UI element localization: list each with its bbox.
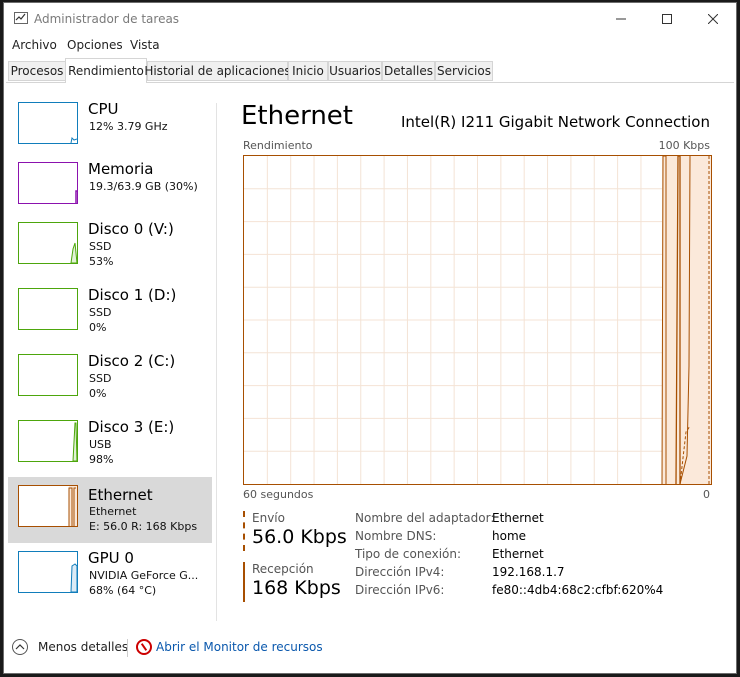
receive-value: 168 Kbps <box>252 577 341 599</box>
sidebar-item-disco-2[interactable]: Disco 2 (C:) SSD 0% <box>8 352 212 418</box>
sidebar-item-usage: 68% (64 °C) <box>89 584 157 597</box>
footer-separator <box>127 639 128 657</box>
graph-label: Rendimiento <box>243 139 313 152</box>
tab-strip: Procesos Rendimiento Historial de aplica… <box>6 58 734 83</box>
tab-rendimiento[interactable]: Rendimiento <box>65 58 147 83</box>
sidebar-item-type: USB <box>89 438 112 451</box>
tab-procesos[interactable]: Procesos <box>8 61 66 81</box>
throughput-graph <box>243 155 712 485</box>
sidebar-item-name: Disco 2 (C:) <box>88 352 176 370</box>
info-value: Ethernet <box>492 547 544 561</box>
sidebar-item-type: SSD <box>89 306 112 319</box>
sidebar-item-detail: 12% 3.79 GHz <box>89 120 168 133</box>
receive-stat: Recepción 168 Kbps <box>243 562 355 602</box>
tab-inicio[interactable]: Inicio <box>288 61 328 81</box>
tab-historial[interactable]: Historial de aplicaciones <box>144 61 291 81</box>
close-button[interactable] <box>690 3 736 35</box>
sidebar-item-name: Disco 0 (V:) <box>88 220 174 238</box>
sidebar-item-usage: 0% <box>89 387 107 400</box>
window-title: Administrador de tareas <box>34 12 180 26</box>
info-key: Nombre DNS: <box>355 529 437 543</box>
info-key: Dirección IPv4: <box>355 565 445 579</box>
graph-max-label: 100 Kbps <box>658 139 710 152</box>
info-value: 192.168.1.7 <box>492 565 565 579</box>
sidebar-item-disco-0[interactable]: Disco 0 (V:) SSD 53% <box>8 220 212 286</box>
adapter-name: Intel(R) I211 Gigabit Network Connection <box>400 113 710 131</box>
send-value: 56.0 Kbps <box>252 526 347 548</box>
resource-monitor-icon <box>136 639 152 655</box>
disk-3-thumbnail <box>18 420 78 462</box>
info-value: fe80::4db4:68c2:cfbf:620%4 <box>492 583 664 597</box>
graph-grid <box>244 156 711 484</box>
cpu-thumbnail <box>18 102 78 144</box>
axis-zero-label: 0 <box>703 488 710 501</box>
sidebar-item-model: NVIDIA GeForce G... <box>89 569 199 582</box>
sidebar-item-memoria[interactable]: Memoria 19.3/63.9 GB (30%) <box>8 160 212 226</box>
sidebar-item-name: Memoria <box>88 160 154 178</box>
sidebar-item-name: Disco 3 (E:) <box>88 418 175 436</box>
sidebar-item-type: SSD <box>89 372 112 385</box>
panel-divider <box>216 103 217 621</box>
tab-usuarios[interactable]: Usuarios <box>328 61 382 81</box>
fewer-details-label: Menos detalles <box>38 640 129 654</box>
tab-detalles[interactable]: Detalles <box>382 61 435 81</box>
sidebar-item-name: Ethernet <box>88 486 153 504</box>
ethernet-thumbnail <box>18 485 78 527</box>
open-resource-monitor-link[interactable]: Abrir el Monitor de recursos <box>156 640 323 654</box>
sidebar-item-usage: 0% <box>89 321 107 334</box>
detail-title: Ethernet <box>241 101 353 131</box>
sidebar-item-gpu-0[interactable]: GPU 0 NVIDIA GeForce G... 68% (64 °C) <box>8 549 212 615</box>
send-stat: Envío 56.0 Kbps <box>243 511 355 551</box>
menu-opciones[interactable]: Opciones <box>67 38 123 52</box>
maximize-button[interactable] <box>644 3 690 35</box>
tab-servicios[interactable]: Servicios <box>435 61 493 81</box>
info-key: Tipo de conexión: <box>355 547 462 561</box>
title-bar[interactable]: Administrador de tareas <box>4 3 736 35</box>
sidebar-item-disco-1[interactable]: Disco 1 (D:) SSD 0% <box>8 286 212 352</box>
sidebar-item-ethernet[interactable]: Ethernet Ethernet E: 56.0 R: 168 Kbps <box>8 477 212 543</box>
sidebar-item-type: SSD <box>89 240 112 253</box>
info-value: Ethernet <box>492 511 544 525</box>
sidebar-item-name: CPU <box>88 100 119 118</box>
memory-thumbnail <box>18 162 78 204</box>
sidebar-item-name: Disco 1 (D:) <box>88 286 177 304</box>
sidebar-item-name: GPU 0 <box>88 549 134 567</box>
task-manager-icon <box>14 12 28 24</box>
info-value: home <box>492 529 527 543</box>
task-manager-window: Administrador de tareas Archivo Opciones… <box>3 2 737 674</box>
send-label: Envío <box>252 511 285 525</box>
menu-vista[interactable]: Vista <box>130 38 160 52</box>
minimize-button[interactable] <box>598 3 644 35</box>
disk-1-thumbnail <box>18 288 78 330</box>
disk-2-thumbnail <box>18 354 78 396</box>
info-key: Nombre del adaptador: <box>355 511 495 525</box>
close-icon <box>708 14 718 24</box>
minimize-icon <box>616 18 626 20</box>
sidebar-item-detail: 19.3/63.9 GB (30%) <box>89 180 198 193</box>
receive-label: Recepción <box>252 562 314 576</box>
menu-bar: Archivo Opciones Vista <box>4 35 736 57</box>
graph-activity-fill <box>662 156 711 484</box>
info-key: Dirección IPv6: <box>355 583 445 597</box>
sidebar-item-usage: 98% <box>89 453 114 466</box>
disk-0-thumbnail <box>18 222 78 264</box>
chevron-up-icon <box>12 639 28 655</box>
axis-time-label: 60 segundos <box>243 488 314 501</box>
menu-archivo[interactable]: Archivo <box>12 38 57 52</box>
sidebar-item-cpu[interactable]: CPU 12% 3.79 GHz <box>8 100 212 166</box>
sidebar-item-adapter: Ethernet <box>89 505 137 518</box>
maximize-icon <box>662 14 672 24</box>
sidebar-item-disco-3[interactable]: Disco 3 (E:) USB 98% <box>8 418 212 484</box>
sidebar-item-usage: 53% <box>89 255 114 268</box>
sidebar-item-throughput: E: 56.0 R: 168 Kbps <box>89 520 198 533</box>
gpu-thumbnail <box>18 551 78 593</box>
